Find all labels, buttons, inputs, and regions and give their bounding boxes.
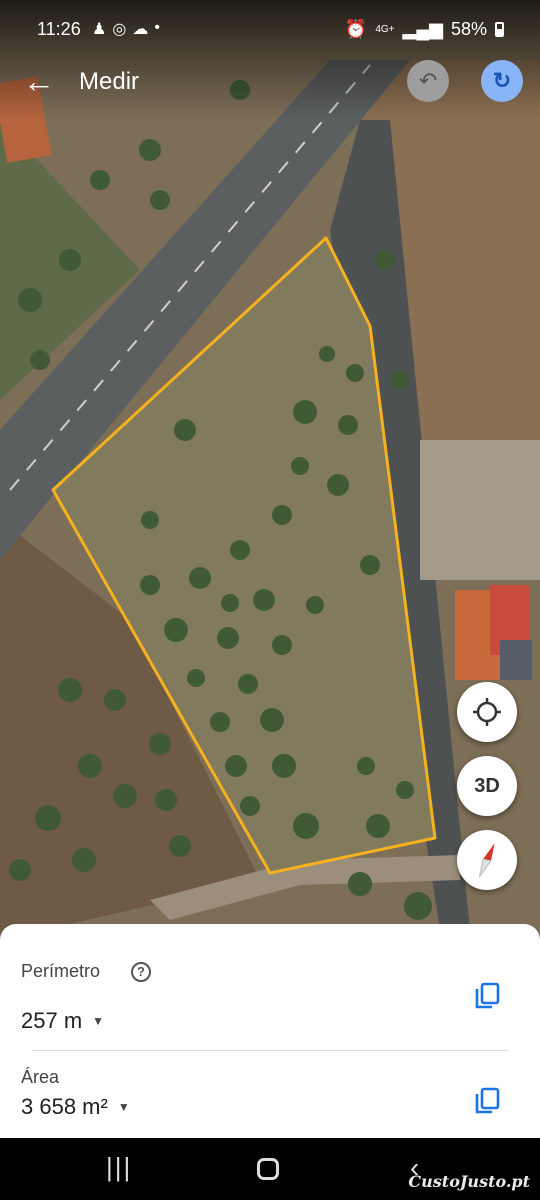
chevron-down-icon: ▼ <box>117 1100 130 1114</box>
my-location-button[interactable] <box>457 682 517 742</box>
perimeter-label: Perímetro <box>21 961 101 981</box>
perimeter-value-dropdown[interactable]: 257 m ▼ <box>21 1008 104 1034</box>
copy-icon <box>475 982 500 1009</box>
network-4g-icon: 4G+ <box>375 23 395 35</box>
redo-icon: ↻ <box>492 68 512 93</box>
divider <box>32 1050 508 1051</box>
notification-icons: ♟ ◎ ☁ • <box>92 19 160 39</box>
person-icon: ♟ <box>92 21 107 38</box>
system-nav-bar: ||| ‹ CustoJusto.pt <box>0 1138 540 1200</box>
help-icon[interactable]: ? <box>131 962 151 982</box>
redo-button[interactable]: ↻ <box>481 60 523 102</box>
cloud-icon: ☁ <box>132 21 149 38</box>
crosshair-icon <box>473 698 501 726</box>
status-bar: 11:26 ♟ ◎ ☁ • ⏰ 4G+ ▂▄▆ 58% <box>0 0 540 60</box>
yard-east <box>420 440 540 580</box>
signal-icon: ▂▄▆ <box>402 19 443 39</box>
area-value-dropdown[interactable]: 3 658 m² ▼ <box>21 1094 130 1120</box>
undo-icon: ↶ <box>418 68 438 93</box>
copy-perimeter-button[interactable] <box>474 982 500 1010</box>
chrome-icon: ◎ <box>112 21 127 38</box>
measurement-sheet: Perímetro ? 257 m ▼ Área 3 658 m² ▼ <box>0 924 540 1138</box>
home-button[interactable] <box>257 1158 279 1180</box>
watermark: CustoJusto.pt <box>408 1172 530 1191</box>
battery-icon <box>495 22 504 37</box>
status-right: ⏰ 4G+ ▂▄▆ 58% <box>345 19 504 40</box>
compass-button[interactable] <box>457 830 517 890</box>
chevron-down-icon: ▼ <box>92 1014 105 1028</box>
battery-percent: 58% <box>450 19 487 39</box>
back-button[interactable]: ← <box>22 63 56 100</box>
copy-area-button[interactable] <box>474 1087 500 1115</box>
3d-toggle-button[interactable]: 3D <box>457 756 517 816</box>
compass-icon <box>478 843 495 878</box>
solar-panels <box>500 640 532 680</box>
area-value: 3 658 m² <box>21 1094 108 1119</box>
area-label: Área <box>21 1067 60 1087</box>
page-title: Medir <box>79 68 140 95</box>
recents-button[interactable]: ||| <box>106 1152 132 1183</box>
copy-icon <box>475 1087 500 1114</box>
arrow-left-icon: ← <box>23 63 55 99</box>
undo-button[interactable]: ↶ <box>407 60 449 102</box>
status-time: 11:26 <box>37 19 81 39</box>
perimeter-value: 257 m <box>21 1008 83 1033</box>
dot-icon: • <box>154 19 160 36</box>
measure-toolbar: ← Medir ↶ ↻ <box>0 60 540 108</box>
alarm-icon: ⏰ <box>344 19 368 39</box>
